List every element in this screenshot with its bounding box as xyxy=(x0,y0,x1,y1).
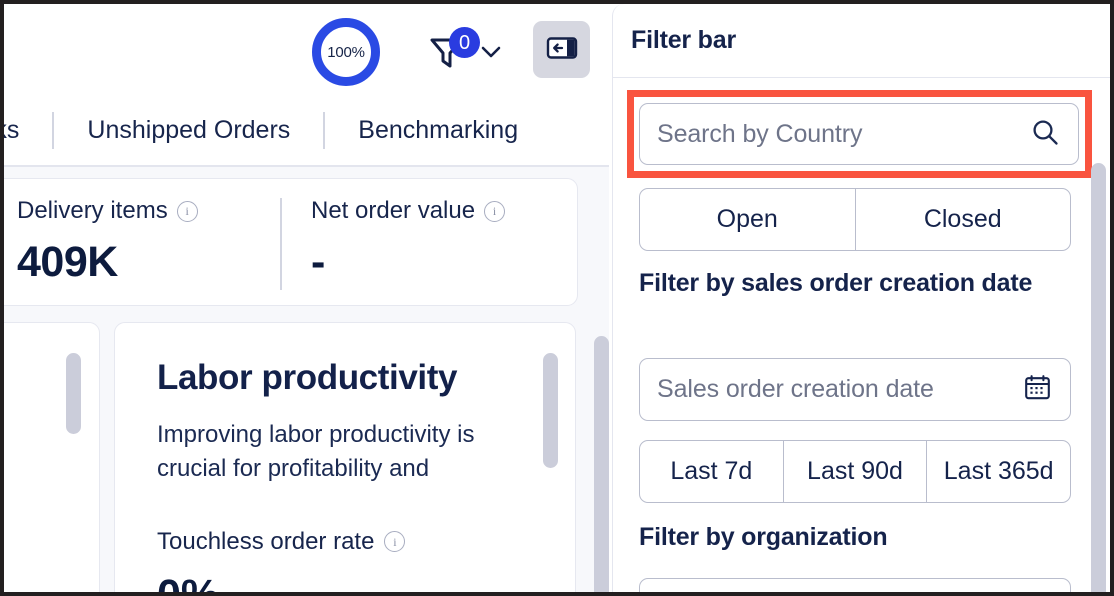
tab-divider xyxy=(323,112,326,149)
sales-order-creation-date-input[interactable]: Sales order creation date xyxy=(639,358,1071,421)
date-range-last-7d[interactable]: Last 7d xyxy=(640,441,783,502)
status-filter-open[interactable]: Open xyxy=(640,189,855,250)
organization-filter-input[interactable] xyxy=(639,578,1071,592)
search-input-placeholder: Search by Country xyxy=(657,119,863,148)
status-filter-closed[interactable]: Closed xyxy=(854,189,1071,250)
tab-bar: ocks Unshipped Orders Benchmarking xyxy=(4,96,609,167)
main-content-region: 100% 0 s Unshipped Orders Benchmarking D… xyxy=(4,4,609,592)
tab-stocks[interactable]: ocks xyxy=(4,116,21,145)
filter-bar-header: Filter bar xyxy=(613,4,1110,78)
collapse-sidebar-icon xyxy=(546,35,578,64)
search-by-country-input[interactable]: Search by Country xyxy=(639,103,1079,165)
info-icon[interactable]: i xyxy=(484,200,506,222)
kpi-net-order-value-label: Net order value xyxy=(311,197,476,224)
tab-benchmarking[interactable]: Benchmarking xyxy=(356,116,520,145)
filter-bar-body: Search by Country Open Closed Filter by … xyxy=(613,78,1110,592)
kpi-net-order-value: Net order value i - xyxy=(311,197,506,286)
progress-ring-indicator[interactable]: 100% xyxy=(312,18,380,86)
dashboard-content: Delivery items i 409K Net order value i … xyxy=(4,167,609,592)
filter-count-control[interactable]: 0 xyxy=(428,22,501,80)
kpi-delivery-items-header: Delivery items i xyxy=(17,199,198,223)
filter-panel-scrollbar[interactable] xyxy=(1091,163,1106,592)
kpi-net-order-value-header: Net order value i xyxy=(311,197,506,224)
filter-count-badge: 0 xyxy=(449,27,480,58)
adjacent-card-scrollbar[interactable] xyxy=(66,353,81,434)
adjacent-card-partial xyxy=(4,322,100,592)
labor-productivity-description: Improving labor productivity is crucial … xyxy=(157,420,475,482)
kpi-summary-card: Delivery items i 409K Net order value i … xyxy=(4,178,578,306)
kpi-delivery-items-label: Delivery items xyxy=(17,197,168,224)
status-filter-segmented-control: Open Closed xyxy=(639,188,1071,251)
kpi-delivery-items: Delivery items i 409K xyxy=(17,199,198,286)
labor-productivity-card: Labor productivity Improving labor produ… xyxy=(114,322,576,592)
top-toolbar: 100% 0 xyxy=(4,4,609,96)
touchless-order-rate-header: Touchless order rate i xyxy=(157,528,535,556)
kpi-delivery-items-value: 409K xyxy=(17,238,118,286)
info-icon[interactable]: i xyxy=(384,531,406,553)
filter-by-date-section-title: Filter by sales order creation date xyxy=(639,269,1033,297)
main-content-scrollbar[interactable] xyxy=(594,336,609,592)
date-range-last-90d[interactable]: Last 90d xyxy=(782,441,927,502)
kpi-divider xyxy=(280,198,282,290)
touchless-order-rate-value: 0% xyxy=(157,573,535,592)
progress-percent-label: 100% xyxy=(327,43,365,61)
date-range-last-365d[interactable]: Last 365d xyxy=(926,441,1070,502)
collapse-sidebar-button[interactable] xyxy=(533,21,590,78)
filter-bar-title: Filter bar xyxy=(631,26,736,54)
search-icon[interactable] xyxy=(1030,117,1060,152)
chevron-down-icon xyxy=(480,44,502,65)
info-icon[interactable]: i xyxy=(176,200,198,222)
date-input-placeholder: Sales order creation date xyxy=(657,375,934,403)
screenshot-root: 100% 0 s Unshipped Orders Benchmarking D… xyxy=(0,0,1114,596)
touchless-order-rate-label: Touchless order rate xyxy=(157,527,375,555)
tab-divider xyxy=(52,112,55,149)
app-window: 100% 0 s Unshipped Orders Benchmarking D… xyxy=(4,4,1110,592)
labor-productivity-card-scrollbar[interactable] xyxy=(543,353,558,468)
calendar-icon[interactable] xyxy=(1024,374,1051,406)
date-range-segmented-control: Last 7d Last 90d Last 365d xyxy=(639,440,1071,503)
kpi-net-order-value-value: - xyxy=(311,238,325,286)
tab-unshipped-orders[interactable]: Unshipped Orders xyxy=(85,116,292,145)
filter-bar-panel: Filter bar Search by Country Open Closed… xyxy=(612,4,1110,592)
labor-productivity-title: Labor productivity xyxy=(157,358,458,397)
filter-by-organization-section-title: Filter by organization xyxy=(639,523,888,551)
